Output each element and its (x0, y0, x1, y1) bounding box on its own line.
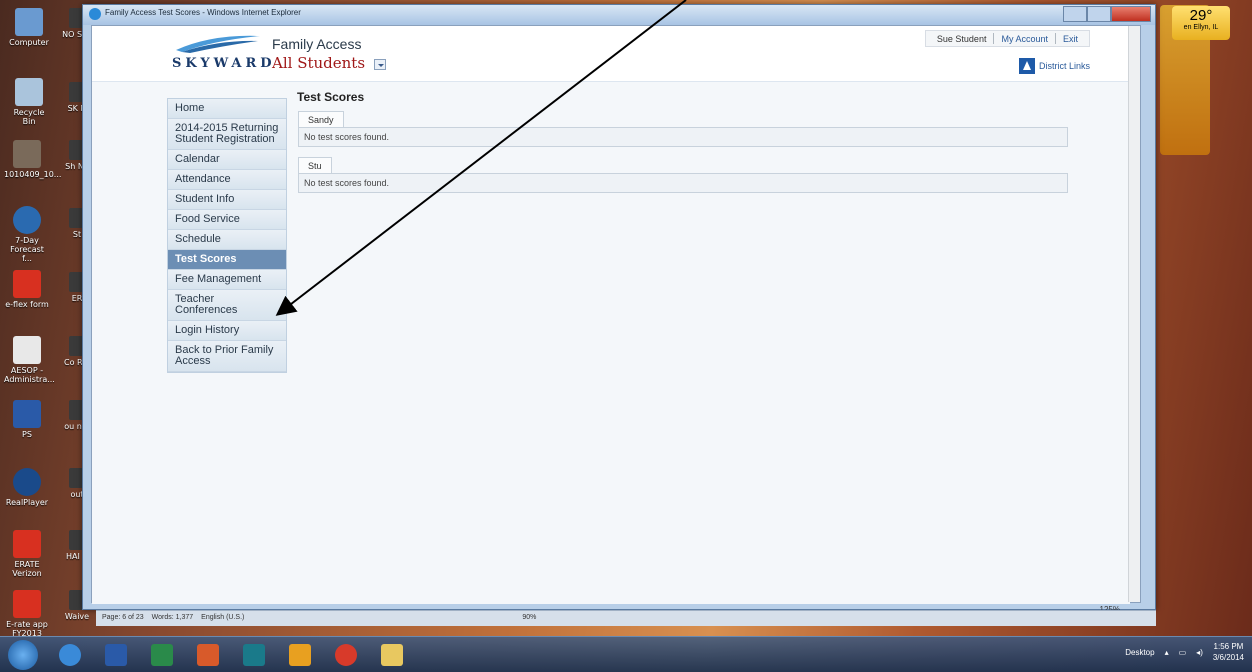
clock-date: 3/6/2014 (1212, 653, 1244, 662)
word-count: Words: 1,377 (151, 614, 194, 621)
volume-icon[interactable]: ◂) (1196, 648, 1203, 657)
publisher-icon (243, 644, 265, 666)
chrome-icon (335, 644, 357, 666)
powerpoint-icon (197, 644, 219, 666)
desktop-toolbar[interactable]: Desktop (1125, 648, 1154, 657)
start-button[interactable] (8, 640, 38, 670)
clock[interactable]: 1:56 PM 3/6/2014 (1213, 641, 1244, 663)
language: English (U.S.) (201, 614, 245, 621)
folder-icon (381, 644, 403, 666)
taskbar: Desktop ▴ ▭ ◂) 1:56 PM 3/6/2014 (0, 636, 1252, 672)
annotation-arrow (275, 0, 687, 316)
chevron-up-icon[interactable]: ▴ (1165, 648, 1169, 657)
clock-time: 1:56 PM (1213, 642, 1244, 651)
excel-icon (151, 644, 173, 666)
network-icon[interactable]: ▭ (1179, 648, 1187, 657)
taskbar-explorer[interactable] (372, 641, 412, 669)
word-zoom-level: 90% (522, 614, 537, 621)
word-status-bar: Page: 6 of 23 Words: 1,377 English (U.S.… (96, 610, 1156, 626)
taskbar-powerpoint[interactable] (188, 641, 228, 669)
ie-icon (59, 644, 81, 666)
outlook-icon (289, 644, 311, 666)
page-count: Page: 6 of 23 (102, 614, 144, 621)
taskbar-chrome[interactable] (326, 641, 366, 669)
taskbar-excel[interactable] (142, 641, 182, 669)
taskbar-word[interactable] (96, 641, 136, 669)
taskbar-publisher[interactable] (234, 641, 274, 669)
word-icon (105, 644, 127, 666)
word-zoom-control[interactable]: 90% (522, 614, 536, 623)
taskbar-ie[interactable] (50, 641, 90, 669)
taskbar-outlook[interactable] (280, 641, 320, 669)
system-tray: Desktop ▴ ▭ ◂) 1:56 PM 3/6/2014 (1125, 641, 1244, 663)
